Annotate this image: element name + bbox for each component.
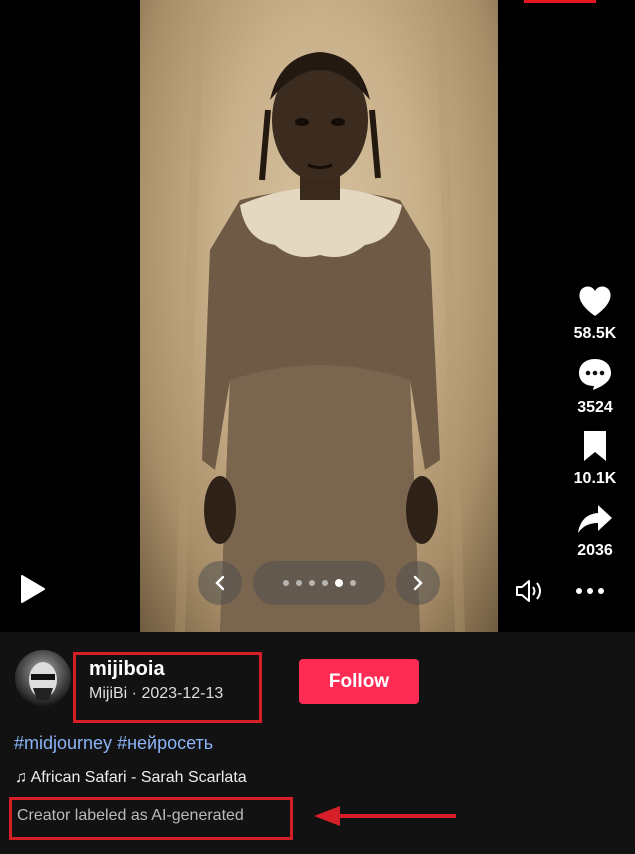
carousel-dot[interactable] — [349, 580, 356, 586]
ai-generated-label: Creator labeled as AI-generated — [17, 807, 244, 824]
carousel-dot[interactable] — [282, 580, 289, 586]
save-count: 10.1K — [573, 470, 617, 487]
chevron-right-icon — [413, 575, 423, 591]
annotation-arrow — [312, 803, 458, 834]
post-photo — [140, 0, 498, 632]
carousel-dot[interactable] — [334, 579, 343, 587]
dot-icon — [576, 588, 582, 594]
music-title: African Safari - Sarah Scarlata — [30, 769, 247, 786]
comment-count: 3524 — [577, 399, 613, 416]
dot-icon — [598, 588, 604, 594]
hashtag-link[interactable]: #midjourney — [14, 733, 112, 753]
carousel-indicator — [253, 561, 385, 605]
music-link[interactable]: ♫ African Safari - Sarah Scarlata — [15, 769, 247, 787]
hashtag-link[interactable]: #нейросеть — [117, 733, 213, 753]
carousel-dot[interactable] — [308, 580, 315, 586]
carousel-next-button[interactable] — [396, 561, 440, 605]
save-action[interactable]: 10.1K — [563, 429, 627, 488]
share-count: 2036 — [577, 542, 613, 559]
share-action[interactable]: 2036 — [563, 503, 627, 560]
more-options-button[interactable] — [576, 588, 604, 594]
username[interactable]: mijiboia — [89, 658, 165, 681]
avatar[interactable] — [15, 650, 71, 706]
bookmark-icon — [584, 431, 606, 461]
carousel-prev-button[interactable] — [198, 561, 242, 605]
post-date: 2023-12-13 — [141, 685, 224, 702]
speaker-icon — [516, 580, 541, 602]
like-count: 58.5K — [573, 325, 617, 342]
comment-icon — [579, 359, 611, 390]
share-arrow-icon — [578, 505, 612, 533]
chevron-left-icon — [215, 575, 225, 591]
volume-button[interactable] — [515, 578, 545, 609]
carousel-dot[interactable] — [295, 580, 302, 586]
carousel-dot[interactable] — [321, 580, 328, 586]
meta-separator: · — [131, 685, 137, 702]
display-name: MijiBi — [89, 685, 128, 702]
like-action[interactable]: 58.5K — [563, 284, 627, 343]
top-progress-strip — [524, 0, 596, 3]
comment-action[interactable]: 3524 — [563, 356, 627, 417]
author-meta: MijiBi · 2023-12-13 — [89, 685, 223, 703]
play-button[interactable] — [16, 573, 48, 605]
follow-button[interactable]: Follow — [299, 659, 419, 704]
video-player[interactable]: 58.5K 3524 10.1K 2036 — [0, 0, 635, 632]
heart-icon — [579, 286, 611, 316]
music-note-icon: ♫ — [15, 769, 27, 786]
hashtags: #midjourney #нейросеть — [14, 733, 213, 754]
dot-icon — [587, 588, 593, 594]
